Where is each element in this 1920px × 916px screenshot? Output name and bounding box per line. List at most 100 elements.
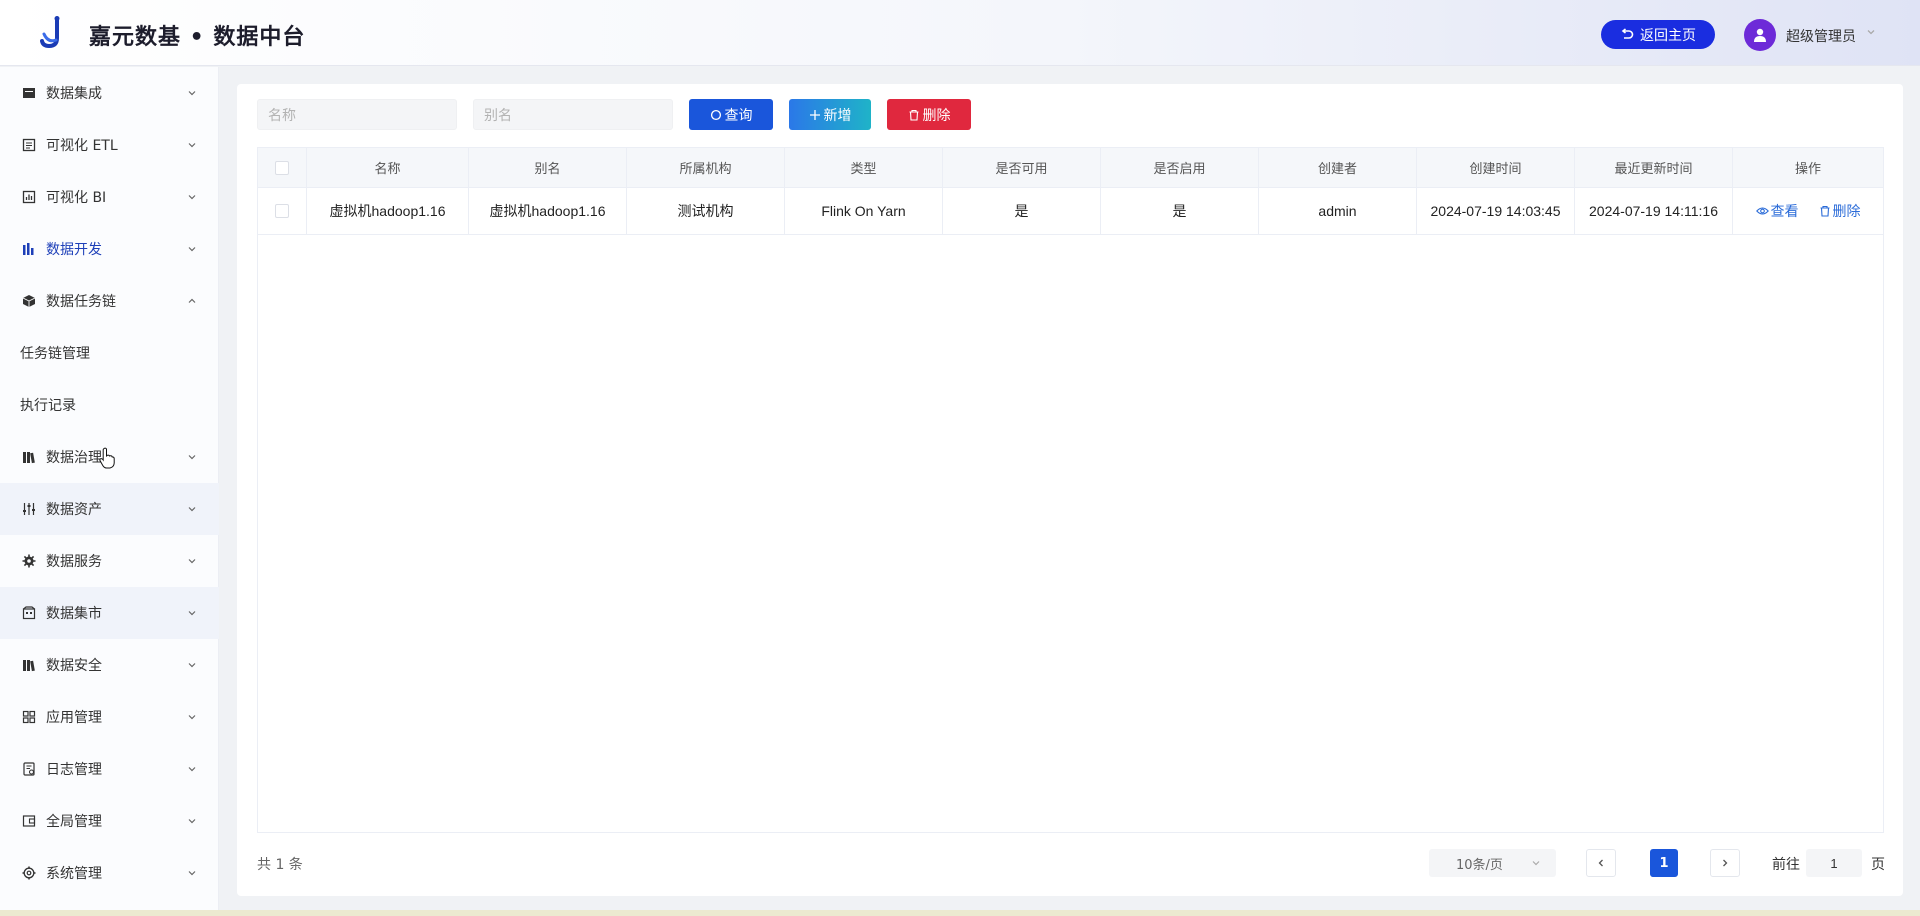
chevron-down-icon xyxy=(188,715,196,720)
name-search-input[interactable] xyxy=(257,99,457,130)
column-header[interactable]: 最近更新时间 xyxy=(1575,148,1733,187)
user-icon xyxy=(1754,28,1766,42)
sidebar-item-label: 数据治理 xyxy=(46,450,102,466)
sidebar-item-data-service[interactable]: 数据服务 xyxy=(0,535,219,587)
row-checkbox[interactable] xyxy=(275,204,289,218)
chevron-up-icon xyxy=(188,298,196,303)
cell-available: 是 xyxy=(943,188,1101,234)
sidebar-item-data-assets[interactable]: 数据资产 xyxy=(0,483,219,535)
chevron-down-icon xyxy=(188,663,196,668)
sidebar-item-label: 数据集成 xyxy=(46,86,102,102)
cell-type: Flink On Yarn xyxy=(785,188,943,234)
database-icon xyxy=(21,85,37,101)
hand-cursor-icon xyxy=(99,447,115,469)
sidebar-item-label: 数据资产 xyxy=(46,502,102,518)
home-button[interactable]: 返回主页 xyxy=(1601,20,1715,49)
chevron-down-icon xyxy=(188,247,196,252)
column-header[interactable]: 创建者 xyxy=(1259,148,1417,187)
select-all-cell xyxy=(258,148,307,187)
sidebar-item-label: 系统管理 xyxy=(46,866,102,882)
plus-icon xyxy=(809,109,820,120)
batch-delete-button[interactable]: 删除 xyxy=(887,99,971,130)
sidebar-item-label: 数据任务链 xyxy=(46,294,116,310)
alias-search-input[interactable] xyxy=(473,99,673,130)
sidebar-subitem-execution-records[interactable]: 执行记录 xyxy=(0,379,219,431)
chevron-down-icon xyxy=(188,611,196,616)
sidebar-item-data-development[interactable]: 数据开发 xyxy=(0,223,219,275)
sidebar-item-visual-bi[interactable]: 可视化 BI xyxy=(0,171,219,223)
sidebar-item-label: 可视化 ETL xyxy=(46,138,118,154)
column-header[interactable]: 创建时间 xyxy=(1417,148,1575,187)
column-header[interactable]: 名称 xyxy=(307,148,469,187)
cell-alias: 虚拟机hadoop1.16 xyxy=(469,188,627,234)
trash-icon xyxy=(909,109,918,121)
query-button-label: 查询 xyxy=(724,107,753,124)
sidebar-item-system-management[interactable]: 系统管理 xyxy=(0,847,219,899)
chevron-down-icon xyxy=(188,507,196,512)
cell-actions: 查看 删除 xyxy=(1733,188,1883,234)
eye-icon xyxy=(1755,207,1769,215)
prev-page-button[interactable] xyxy=(1586,849,1616,877)
sliders-icon xyxy=(21,501,37,517)
sidebar-item-app-management[interactable]: 应用管理 xyxy=(0,691,219,743)
chevron-down-icon xyxy=(188,559,196,564)
sidebar-item-global-management[interactable]: 全局管理 xyxy=(0,795,219,847)
goto-page-input[interactable] xyxy=(1806,849,1862,877)
chevron-down-icon xyxy=(188,195,196,200)
shield-books-icon xyxy=(21,657,37,673)
data-table: 名称 别名 所属机构 类型 是否可用 是否启用 创建者 创建时间 最近更新时间 … xyxy=(257,147,1884,833)
user-name[interactable]: 超级管理员 xyxy=(1786,26,1856,46)
top-header: 嘉元数基 • 数据中台 返回主页 超级管理员 xyxy=(0,0,1920,66)
sidebar-item-data-mart[interactable]: 数据集市 xyxy=(0,587,219,639)
chevron-down-icon xyxy=(188,871,196,876)
chevron-down-icon[interactable] xyxy=(1866,26,1876,40)
sidebar: 数据集成 可视化 ETL 可视化 BI 数据开发 数据任务链 任务链管理 执行记… xyxy=(0,67,219,916)
select-all-checkbox[interactable] xyxy=(275,160,289,175)
table-row: 虚拟机hadoop1.16 虚拟机hadoop1.16 测试机构 Flink O… xyxy=(258,188,1883,235)
sidebar-item-label: 数据集市 xyxy=(46,606,102,622)
total-count: 共 1 条 xyxy=(257,857,303,873)
sidebar-subitem-chain-management[interactable]: 任务链管理 xyxy=(0,327,219,379)
sidebar-item-label: 执行记录 xyxy=(20,398,76,414)
view-link[interactable]: 查看 xyxy=(1755,201,1799,221)
sidebar-item-task-chain[interactable]: 数据任务链 xyxy=(0,275,219,327)
page-number-current[interactable]: 1 xyxy=(1650,849,1678,877)
delete-link[interactable]: 删除 xyxy=(1819,201,1861,221)
settings-icon xyxy=(21,865,37,881)
home-button-label: 返回主页 xyxy=(1640,27,1696,44)
column-header[interactable]: 所属机构 xyxy=(627,148,785,187)
bar-chart-icon xyxy=(21,241,37,257)
bottom-strip xyxy=(0,910,1920,916)
building-icon xyxy=(21,605,37,621)
sidebar-item-label: 日志管理 xyxy=(46,762,102,778)
add-button[interactable]: 新增 xyxy=(789,99,871,130)
books-icon xyxy=(21,449,37,465)
column-header[interactable]: 别名 xyxy=(469,148,627,187)
sidebar-item-visual-etl[interactable]: 可视化 ETL xyxy=(0,119,219,171)
chevron-down-icon xyxy=(1532,861,1540,866)
sidebar-item-data-integration[interactable]: 数据集成 xyxy=(0,67,219,119)
wallet-icon xyxy=(21,813,37,829)
column-header[interactable]: 类型 xyxy=(785,148,943,187)
cell-created-at: 2024-07-19 14:03:45 xyxy=(1417,188,1575,234)
gear-icon xyxy=(21,553,37,569)
cell-org: 测试机构 xyxy=(627,188,785,234)
chevron-down-icon xyxy=(188,455,196,460)
sidebar-item-log-management[interactable]: 日志管理 xyxy=(0,743,219,795)
chevron-left-icon xyxy=(1598,859,1603,867)
chevron-down-icon xyxy=(188,91,196,96)
query-button[interactable]: 查询 xyxy=(689,99,773,130)
page-size-select[interactable]: 10条/页 xyxy=(1429,849,1556,877)
logo-icon xyxy=(40,16,60,49)
cube-icon xyxy=(21,293,37,309)
cell-updated-at: 2024-07-19 14:11:16 xyxy=(1575,188,1733,234)
column-header[interactable]: 是否启用 xyxy=(1101,148,1259,187)
log-icon xyxy=(21,761,37,777)
sidebar-item-data-security[interactable]: 数据安全 xyxy=(0,639,219,691)
next-page-button[interactable] xyxy=(1710,849,1740,877)
cell-name: 虚拟机hadoop1.16 xyxy=(307,188,469,234)
column-header[interactable]: 是否可用 xyxy=(943,148,1101,187)
avatar[interactable] xyxy=(1744,19,1776,51)
chevron-down-icon xyxy=(188,767,196,772)
sidebar-item-label: 应用管理 xyxy=(46,710,102,726)
